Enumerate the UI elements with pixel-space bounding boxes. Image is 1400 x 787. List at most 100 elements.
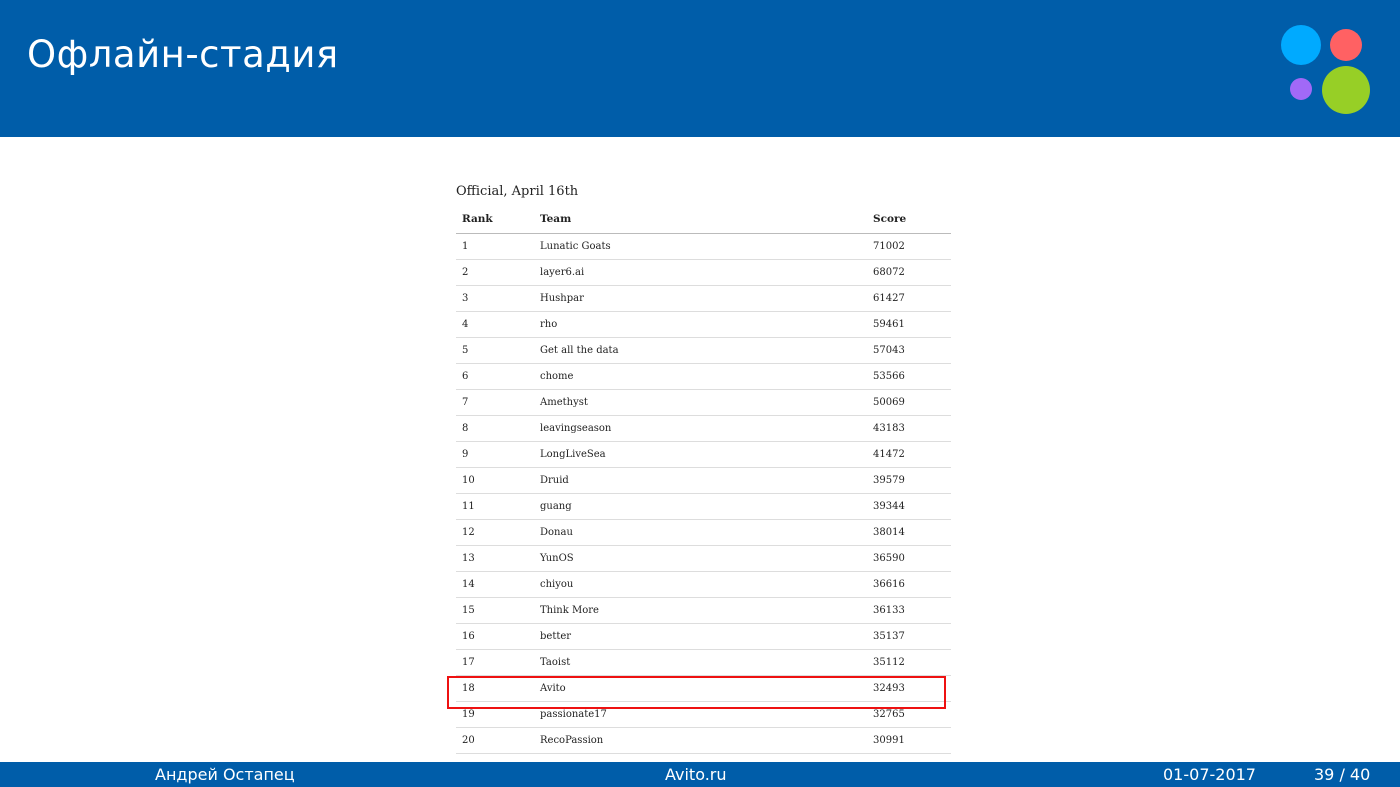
team-cell: Lunatic Goats <box>540 241 611 252</box>
team-cell: chome <box>540 371 574 382</box>
table-row: 10 Druid 39579 <box>456 468 951 494</box>
table-row: 5 Get all the data 57043 <box>456 338 951 364</box>
table-row: 4 rho 59461 <box>456 312 951 338</box>
rank-cell: 6 <box>462 371 469 382</box>
table-row: 6 chome 53566 <box>456 364 951 390</box>
score-cell: 32493 <box>873 683 905 694</box>
rank-cell: 17 <box>462 657 475 668</box>
rank-cell: 13 <box>462 553 475 564</box>
table-row: 11 guang 39344 <box>456 494 951 520</box>
rank-cell: 11 <box>462 501 475 512</box>
score-cell: 35137 <box>873 631 905 642</box>
leaderboard: Official, April 16th Rank Team Score 1 Lu… <box>456 180 951 754</box>
table-row: 12 Donau 38014 <box>456 520 951 546</box>
team-cell: better <box>540 631 572 642</box>
rank-cell: 10 <box>462 475 475 486</box>
team-cell: Amethyst <box>540 397 588 408</box>
score-cell: 38014 <box>873 527 905 538</box>
rank-cell: 7 <box>462 397 469 408</box>
slide-title: Офлайн-стадия <box>27 33 339 76</box>
rank-cell: 19 <box>462 709 475 720</box>
table-row: 13 YunOS 36590 <box>456 546 951 572</box>
team-cell: guang <box>540 501 572 512</box>
rank-cell: 12 <box>462 527 475 538</box>
table-row: 18 Avito 32493 <box>456 676 951 702</box>
rank-cell: 2 <box>462 267 469 278</box>
team-cell: Avito <box>540 683 566 694</box>
team-cell: leavingseason <box>540 423 612 434</box>
table-row: 20 RecoPassion 30991 <box>456 728 951 754</box>
rank-cell: 16 <box>462 631 475 642</box>
leaderboard-header-row: Rank Team Score <box>456 204 951 234</box>
table-row: 15 Think More 36133 <box>456 598 951 624</box>
table-row: 16 better 35137 <box>456 624 951 650</box>
score-cell: 32765 <box>873 709 905 720</box>
score-cell: 36616 <box>873 579 905 590</box>
leaderboard-title: Official, April 16th <box>456 184 579 199</box>
score-cell: 30991 <box>873 735 905 746</box>
team-cell: rho <box>540 319 558 330</box>
score-cell: 57043 <box>873 345 905 356</box>
table-row: 7 Amethyst 50069 <box>456 390 951 416</box>
slide-header: Офлайн-стадия <box>0 0 1400 137</box>
table-row: 3 Hushpar 61427 <box>456 286 951 312</box>
footer-date: 01-07-2017 <box>1163 765 1256 784</box>
team-cell: Hushpar <box>540 293 584 304</box>
team-cell: Donau <box>540 527 573 538</box>
team-cell: Druid <box>540 475 569 486</box>
table-row: 1 Lunatic Goats 71002 <box>456 234 951 260</box>
team-cell: LongLiveSea <box>540 449 606 460</box>
table-row: 14 chiyou 36616 <box>456 572 951 598</box>
column-header-team: Team <box>540 213 572 225</box>
rank-cell: 4 <box>462 319 469 330</box>
team-cell: Taoist <box>540 657 571 668</box>
score-cell: 71002 <box>873 241 905 252</box>
rank-cell: 8 <box>462 423 469 434</box>
footer-author: Андрей Остапец <box>155 765 295 784</box>
rank-cell: 5 <box>462 345 469 356</box>
footer-site: Avito.ru <box>665 765 727 784</box>
score-cell: 61427 <box>873 293 905 304</box>
team-cell: passionate17 <box>540 709 607 720</box>
column-header-score: Score <box>873 213 907 225</box>
footer-page-number: 39 / 40 <box>1314 765 1371 784</box>
rank-cell: 14 <box>462 579 475 590</box>
column-header-rank: Rank <box>462 213 493 225</box>
team-cell: Think More <box>540 605 599 616</box>
score-cell: 41472 <box>873 449 905 460</box>
rank-cell: 9 <box>462 449 469 460</box>
table-row: 9 LongLiveSea 41472 <box>456 442 951 468</box>
logo-dot-green <box>1322 66 1370 114</box>
slide-footer: Андрей Остапец Avito.ru 01-07-2017 39 / … <box>0 762 1400 787</box>
table-row: 2 layer6.ai 68072 <box>456 260 951 286</box>
leaderboard-rows: 1 Lunatic Goats 71002 2 layer6.ai 68072 3 Hushp… <box>456 234 951 754</box>
score-cell: 36590 <box>873 553 905 564</box>
score-cell: 39344 <box>873 501 905 512</box>
rank-cell: 18 <box>462 683 475 694</box>
score-cell: 35112 <box>873 657 905 668</box>
rank-cell: 3 <box>462 293 469 304</box>
table-row: 8 leavingseason 43183 <box>456 416 951 442</box>
logo-dot-blue <box>1281 25 1321 65</box>
rank-cell: 15 <box>462 605 475 616</box>
score-cell: 68072 <box>873 267 905 278</box>
team-cell: layer6.ai <box>540 267 585 278</box>
avito-logo-icon <box>1276 22 1376 116</box>
rank-cell: 1 <box>462 241 469 252</box>
table-row: 19 passionate17 32765 <box>456 702 951 728</box>
score-cell: 53566 <box>873 371 905 382</box>
score-cell: 59461 <box>873 319 905 330</box>
score-cell: 39579 <box>873 475 905 486</box>
score-cell: 36133 <box>873 605 905 616</box>
score-cell: 50069 <box>873 397 905 408</box>
team-cell: RecoPassion <box>540 735 604 746</box>
team-cell: YunOS <box>540 553 574 564</box>
logo-dot-red <box>1330 29 1362 61</box>
score-cell: 43183 <box>873 423 905 434</box>
table-row: 17 Taoist 35112 <box>456 650 951 676</box>
rank-cell: 20 <box>462 735 475 746</box>
team-cell: chiyou <box>540 579 574 590</box>
logo-dot-purple <box>1290 78 1312 100</box>
team-cell: Get all the data <box>540 345 619 356</box>
slide: Офлайн-стадия Official, April 16th Rank … <box>0 0 1400 787</box>
